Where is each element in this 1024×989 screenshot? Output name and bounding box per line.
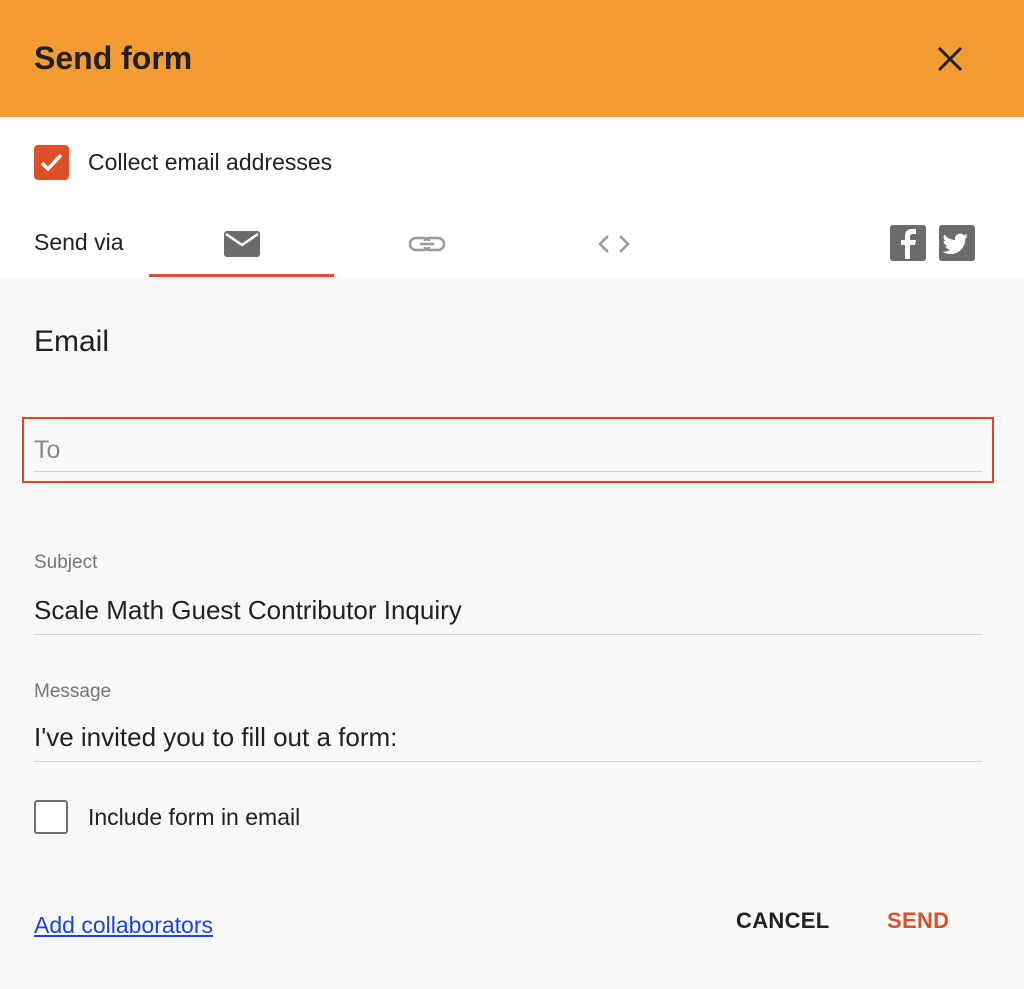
- message-label: Message: [34, 681, 112, 702]
- to-input[interactable]: [34, 430, 982, 472]
- include-form-label: Include form in email: [88, 804, 301, 830]
- email-section-title: Email: [34, 325, 110, 358]
- tab-embed[interactable]: [519, 215, 704, 277]
- subject-input[interactable]: Scale Math Guest Contributor Inquiry: [34, 595, 982, 635]
- add-collaborators-link[interactable]: Add collaborators: [34, 912, 213, 939]
- twitter-icon[interactable]: [939, 225, 975, 261]
- send-via-label: Send via: [34, 229, 124, 255]
- message-input[interactable]: I've invited you to fill out a form:: [34, 722, 982, 762]
- embed-code-icon: [598, 235, 630, 253]
- cancel-button[interactable]: CANCEL: [736, 908, 829, 934]
- email-icon: [224, 231, 260, 257]
- collect-emails-checkbox[interactable]: [34, 145, 69, 180]
- checkmark-icon: [40, 153, 63, 172]
- dialog-title: Send form: [34, 40, 193, 76]
- collect-emails-label: Collect email addresses: [88, 149, 333, 175]
- include-form-checkbox[interactable]: [34, 800, 68, 834]
- dialog-header: Send form: [0, 0, 1024, 117]
- tab-email[interactable]: [149, 215, 334, 277]
- link-icon: [408, 236, 446, 252]
- close-icon[interactable]: [930, 40, 970, 80]
- subject-label: Subject: [34, 552, 98, 573]
- tab-link[interactable]: [334, 215, 519, 277]
- send-button[interactable]: SEND: [887, 908, 949, 934]
- active-tab-indicator: [149, 274, 334, 277]
- facebook-icon[interactable]: [890, 225, 926, 261]
